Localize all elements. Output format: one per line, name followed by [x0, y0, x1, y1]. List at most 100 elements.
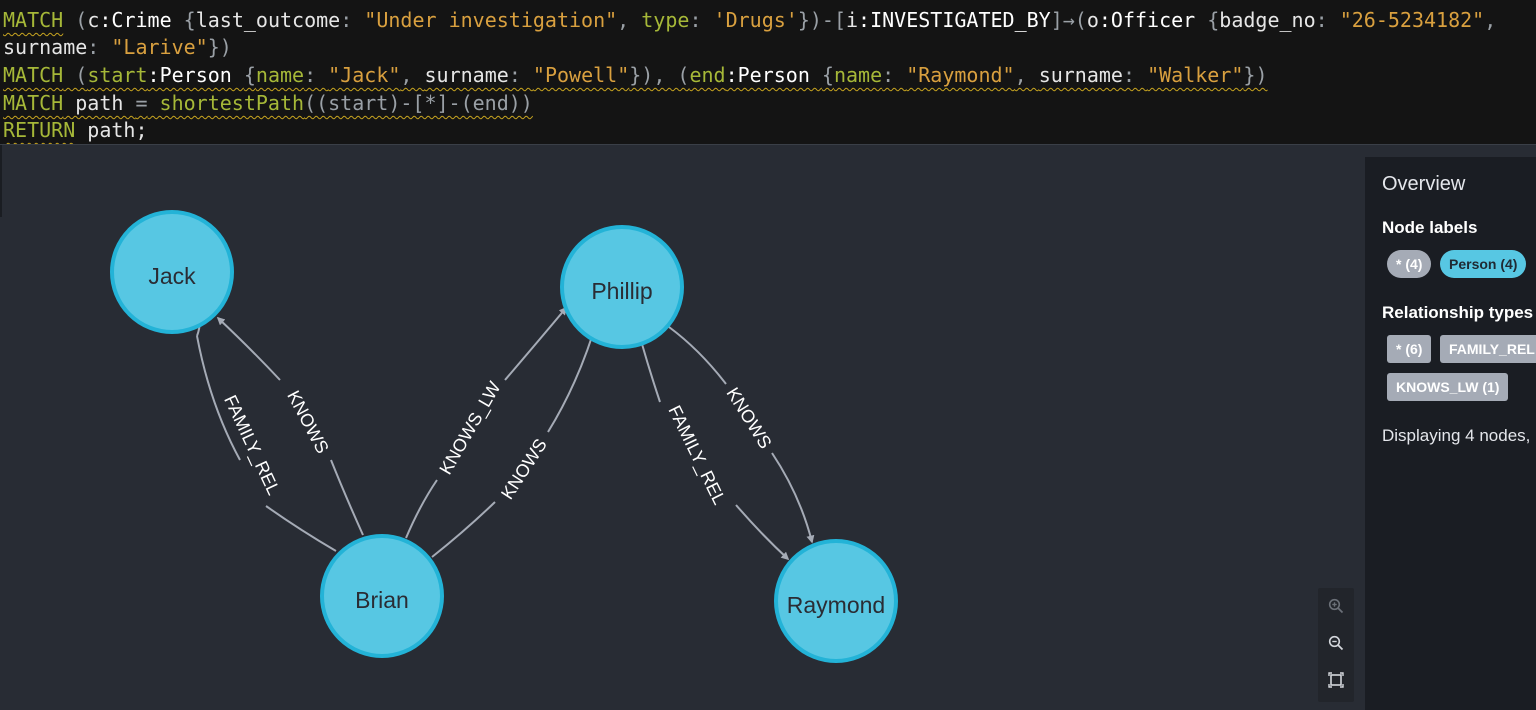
edge-brian-phillip-knows-lw-head[interactable]: [504, 306, 568, 381]
code-token: :: [689, 8, 714, 32]
code-token: badge_no: [1219, 8, 1316, 32]
code-token: :: [1315, 8, 1340, 32]
rel-type-tag-family-rel[interactable]: FAMILY_REL: [1440, 335, 1536, 363]
edge-label-knows: KNOWS: [722, 384, 775, 452]
code-token: "Walker": [1147, 63, 1244, 87]
node-label-pill-all[interactable]: * (4): [1387, 250, 1432, 278]
code-line-5: RETURN path;: [3, 116, 148, 144]
query-editor[interactable]: MATCH (c:Crime {last_outcome: "Under inv…: [0, 0, 1536, 145]
fit-to-screen-icon: [1328, 672, 1344, 688]
code-token: :Crime: [99, 8, 184, 32]
keyword: RETURN: [3, 118, 76, 142]
node-label: Raymond: [787, 592, 885, 618]
zoom-out-icon: [1328, 635, 1344, 651]
node-label: Jack: [148, 263, 196, 289]
code-token: ]→(: [1050, 8, 1087, 32]
code-token: ((start)-[*]-(end)): [304, 91, 533, 115]
code-line-2: surname: "Larive"}): [3, 33, 232, 61]
zoom-out-button[interactable]: [1318, 625, 1354, 661]
display-status-text: Displaying 4 nodes,: [1382, 426, 1531, 445]
node-labels-heading: Node labels: [1382, 218, 1478, 237]
edge-brian-jack-knows-head[interactable]: [216, 316, 281, 381]
node-label: Brian: [355, 587, 409, 613]
graph-svg[interactable]: FAMILY_REL KNOWS KNOWS_LW KNOWS FAMILY_R…: [0, 145, 1365, 710]
code-token: }): [1243, 63, 1268, 87]
code-token: "Jack": [328, 63, 401, 87]
graph-canvas[interactable]: FAMILY_REL KNOWS KNOWS_LW KNOWS FAMILY_R…: [0, 145, 1365, 710]
edge-label-knows-lw: KNOWS_LW: [435, 378, 505, 478]
code-token: :: [882, 63, 907, 87]
code-token: "Larive": [111, 35, 208, 59]
node-label-pill-person[interactable]: Person (4): [1440, 250, 1527, 278]
code-token: :: [508, 63, 533, 87]
code-underline-span: MATCH path = shortestPath((start)-[*]-(e…: [3, 91, 533, 115]
keyword: MATCH: [3, 91, 64, 115]
code-token: (: [63, 63, 88, 87]
code-token: :: [340, 8, 365, 32]
code-token: (: [63, 8, 88, 32]
code-token: :INVESTIGATED_BY: [858, 8, 1051, 32]
code-token: c: [87, 8, 100, 32]
code-token: shortestPath: [147, 91, 305, 115]
code-token: "Powell": [532, 63, 630, 87]
edge-label-knows: KNOWS: [283, 387, 333, 456]
zoom-in-icon: [1328, 598, 1344, 614]
code-line-1: MATCH (c:Crime {last_outcome: "Under inv…: [3, 6, 1496, 34]
code-underline-span: MATCH (start:Person {name: "Jack", surna…: [3, 63, 1268, 87]
code-token: }): [207, 35, 232, 59]
code-token: :Officer: [1098, 8, 1208, 32]
edge-brian-phillip-knows[interactable]: [431, 501, 496, 558]
edge-brian-phillip-knows-lw[interactable]: [405, 479, 438, 539]
code-token: surname: [424, 63, 509, 87]
code-token: {: [821, 63, 834, 87]
edge-label-family-rel: FAMILY_REL: [664, 402, 730, 508]
code-token: }), (: [629, 63, 690, 87]
code-token: "Under investigation": [364, 8, 618, 32]
edge-phillip-raymond-knows[interactable]: [668, 326, 727, 385]
edge-phillip-raymond-family-rel-head[interactable]: [735, 504, 790, 561]
code-token: ,: [1014, 63, 1039, 87]
code-token: type: [641, 8, 690, 32]
rel-type-tag-knows-lw[interactable]: KNOWS_LW (1): [1387, 373, 1509, 401]
code-token: :Person: [147, 63, 244, 87]
code-token: })-[: [797, 8, 846, 32]
code-token: 'Drugs': [713, 8, 798, 32]
code-token: "Raymond": [906, 63, 1015, 87]
code-token: path: [63, 91, 136, 115]
edge-brian-jack-family-rel[interactable]: [265, 505, 337, 552]
edge-brian-jack-knows[interactable]: [330, 459, 364, 536]
node-jack[interactable]: Jack: [110, 210, 234, 334]
overview-panel: Overview Node labels * (4) Person (4) Re…: [1365, 157, 1536, 710]
code-token: surname: [3, 35, 88, 59]
node-raymond[interactable]: Raymond: [774, 539, 898, 663]
edge-phillip-raymond-knows-head[interactable]: [771, 452, 815, 544]
code-token: ,: [1484, 8, 1497, 32]
code-token: "26-5234182": [1339, 8, 1485, 32]
code-token: name: [255, 63, 305, 87]
code-token: :: [87, 35, 112, 59]
code-token: ,: [400, 63, 425, 87]
node-brian[interactable]: Brian: [320, 534, 444, 658]
code-token: {: [243, 63, 256, 87]
edge-phillip-raymond-family-rel[interactable]: [641, 343, 661, 403]
rel-type-tag-all[interactable]: * (6): [1387, 335, 1432, 363]
code-line-4: MATCH path = shortestPath((start)-[*]-(e…: [3, 89, 533, 117]
code-token: surname: [1038, 63, 1123, 87]
code-token: o: [1086, 8, 1099, 32]
node-phillip[interactable]: Phillip: [560, 225, 684, 349]
code-token: ,: [617, 8, 642, 32]
overview-title: Overview: [1382, 173, 1466, 195]
code-line-3: MATCH (start:Person {name: "Jack", surna…: [3, 61, 1268, 89]
code-token: i: [846, 8, 859, 32]
relationship-types-heading: Relationship types: [1382, 303, 1534, 322]
node-label: Phillip: [591, 278, 652, 304]
fit-to-screen-button[interactable]: [1318, 662, 1354, 698]
edge-label-family-rel: FAMILY_REL: [219, 392, 284, 499]
code-token: {: [1207, 8, 1220, 32]
code-token: :: [1122, 63, 1148, 87]
code-token: start: [87, 63, 148, 87]
zoom-in-button[interactable]: [1318, 588, 1354, 624]
code-token: end: [689, 63, 726, 87]
zoom-controls: [1318, 588, 1354, 702]
edge-label-knows: KNOWS: [497, 435, 551, 503]
